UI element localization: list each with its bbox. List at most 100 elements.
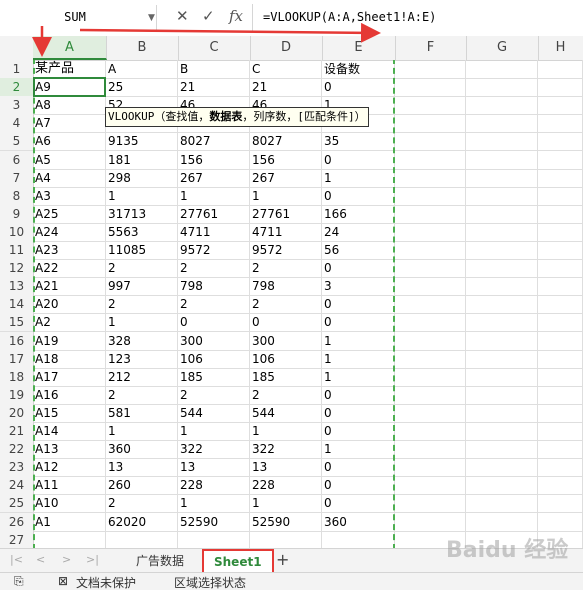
cell-f9[interactable] xyxy=(395,204,466,223)
column-header-a[interactable]: A xyxy=(33,36,107,60)
cell-h9[interactable] xyxy=(538,204,583,223)
cell-f23[interactable] xyxy=(395,458,466,477)
cell-e21[interactable]: 0 xyxy=(322,422,395,440)
cell-b27[interactable] xyxy=(106,530,178,548)
cell-h21[interactable] xyxy=(538,422,583,440)
cell-g6[interactable] xyxy=(466,150,538,169)
cell-a24[interactable]: A11 xyxy=(33,476,106,495)
cell-g10[interactable] xyxy=(466,222,538,241)
cell-d17[interactable]: 106 xyxy=(250,349,322,368)
cell-c26[interactable]: 52590 xyxy=(178,512,250,531)
cell-b16[interactable]: 328 xyxy=(106,331,178,350)
row-number[interactable]: 10 xyxy=(0,222,34,241)
cell-h14[interactable] xyxy=(538,295,583,314)
cell-e7[interactable]: 1 xyxy=(322,168,395,187)
cell-f18[interactable] xyxy=(395,367,466,386)
cell-g22[interactable] xyxy=(466,440,538,459)
cell-d1[interactable]: C xyxy=(250,60,322,78)
cell-c6[interactable]: 156 xyxy=(178,150,250,169)
cell-c5[interactable]: 8027 xyxy=(178,132,250,151)
cell-c10[interactable]: 4711 xyxy=(178,222,250,241)
cell-f19[interactable] xyxy=(395,385,466,404)
cell-a25[interactable]: A10 xyxy=(33,494,106,513)
cell-f6[interactable] xyxy=(395,150,466,169)
cell-g3[interactable] xyxy=(466,96,538,115)
row-number[interactable]: 12 xyxy=(0,259,34,278)
cell-b21[interactable]: 1 xyxy=(106,422,178,440)
cell-g19[interactable] xyxy=(466,385,538,404)
cell-b17[interactable]: 123 xyxy=(106,349,178,368)
cell-b26[interactable]: 62020 xyxy=(106,512,178,531)
cell-b13[interactable]: 997 xyxy=(106,277,178,296)
cell-b10[interactable]: 5563 xyxy=(106,222,178,241)
column-header-d[interactable]: D xyxy=(250,36,323,60)
cell-c15[interactable]: 0 xyxy=(178,313,250,332)
cell-e22[interactable]: 1 xyxy=(322,440,395,459)
cell-d23[interactable]: 13 xyxy=(250,458,322,477)
cell-e15[interactable]: 0 xyxy=(322,313,395,332)
cell-a8[interactable]: A3 xyxy=(33,186,106,205)
cell-c24[interactable]: 228 xyxy=(178,476,250,495)
cell-h24[interactable] xyxy=(538,476,583,495)
row-number[interactable]: 5 xyxy=(0,132,34,151)
cell-c25[interactable]: 1 xyxy=(178,494,250,513)
cell-c1[interactable]: B xyxy=(178,60,250,78)
cell-h13[interactable] xyxy=(538,277,583,296)
cell-h11[interactable] xyxy=(538,241,583,259)
cell-h19[interactable] xyxy=(538,385,583,404)
row-number[interactable]: 1 xyxy=(0,60,34,78)
cell-c14[interactable]: 2 xyxy=(178,295,250,314)
cell-h16[interactable] xyxy=(538,331,583,350)
row-number[interactable]: 16 xyxy=(0,331,34,350)
cell-b1[interactable]: A xyxy=(106,60,178,78)
cell-a9[interactable]: A25 xyxy=(33,204,106,223)
cell-f5[interactable] xyxy=(395,132,466,151)
cell-f12[interactable] xyxy=(395,259,466,278)
cell-c16[interactable]: 300 xyxy=(178,331,250,350)
cell-d16[interactable]: 300 xyxy=(250,331,322,350)
cell-g18[interactable] xyxy=(466,367,538,386)
cell-a21[interactable]: A14 xyxy=(33,422,106,440)
cell-f8[interactable] xyxy=(395,186,466,205)
cell-h5[interactable] xyxy=(538,132,583,151)
cell-e10[interactable]: 24 xyxy=(322,222,395,241)
column-header-f[interactable]: F xyxy=(395,36,467,60)
cell-e5[interactable]: 35 xyxy=(322,132,395,151)
cell-d6[interactable]: 156 xyxy=(250,150,322,169)
cell-e12[interactable]: 0 xyxy=(322,259,395,278)
cell-d22[interactable]: 322 xyxy=(250,440,322,459)
cell-e26[interactable]: 360 xyxy=(322,512,395,531)
cell-c8[interactable]: 1 xyxy=(178,186,250,205)
row-number[interactable]: 8 xyxy=(0,186,34,205)
select-all-corner[interactable] xyxy=(0,36,34,60)
cell-e24[interactable]: 0 xyxy=(322,476,395,495)
cell-a6[interactable]: A5 xyxy=(33,150,106,169)
cell-e20[interactable]: 0 xyxy=(322,403,395,422)
cell-a10[interactable]: A24 xyxy=(33,222,106,241)
cell-a4[interactable]: A7 xyxy=(33,114,106,133)
row-number[interactable]: 18 xyxy=(0,367,34,386)
cell-a16[interactable]: A19 xyxy=(33,331,106,350)
row-number[interactable]: 13 xyxy=(0,277,34,296)
cell-g21[interactable] xyxy=(466,422,538,440)
cell-h7[interactable] xyxy=(538,168,583,187)
cell-e25[interactable]: 0 xyxy=(322,494,395,513)
cell-g24[interactable] xyxy=(466,476,538,495)
doc-protect-status[interactable]: 文档未保护 xyxy=(76,574,136,591)
cell-f21[interactable] xyxy=(395,422,466,440)
cell-b18[interactable]: 212 xyxy=(106,367,178,386)
cell-f4[interactable] xyxy=(395,114,466,133)
cell-c2[interactable]: 21 xyxy=(178,78,250,97)
cell-b5[interactable]: 9135 xyxy=(106,132,178,151)
cell-h8[interactable] xyxy=(538,186,583,205)
formula-input[interactable]: =VLOOKUP(A:A,Sheet1!A:E) xyxy=(252,4,583,32)
cell-e14[interactable]: 0 xyxy=(322,295,395,314)
row-number[interactable]: 23 xyxy=(0,458,34,477)
cell-g7[interactable] xyxy=(466,168,538,187)
cell-d15[interactable]: 0 xyxy=(250,313,322,332)
cell-c19[interactable]: 2 xyxy=(178,385,250,404)
macro-icon[interactable]: ⎘ xyxy=(14,574,24,589)
cell-f1[interactable] xyxy=(395,60,466,78)
cell-f22[interactable] xyxy=(395,440,466,459)
cell-b23[interactable]: 13 xyxy=(106,458,178,477)
